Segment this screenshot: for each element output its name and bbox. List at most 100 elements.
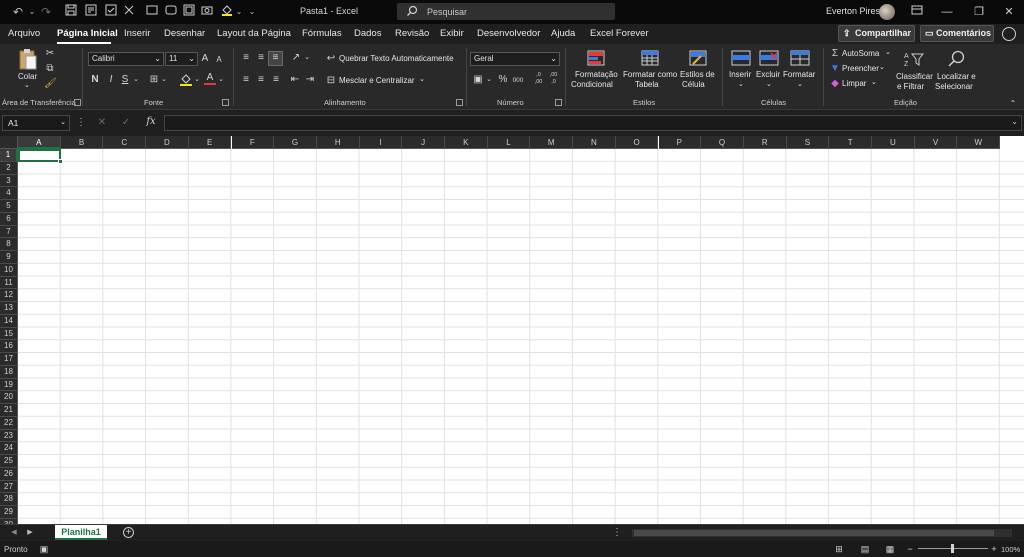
expand-formula-bar-icon[interactable]: ⌄ (1011, 117, 1018, 126)
column-header-c[interactable]: C (103, 136, 147, 149)
scroll-sheets-left-icon[interactable]: ◀ (10, 527, 18, 539)
number-launcher-icon[interactable] (555, 99, 562, 106)
row-header-19[interactable]: 19 (0, 378, 18, 392)
cut-icon[interactable]: ✂ (44, 48, 56, 60)
undo-icon[interactable]: ↶ (10, 4, 26, 20)
clipboard-launcher-icon[interactable] (74, 99, 81, 106)
percent-style-icon[interactable]: % (497, 74, 509, 86)
column-header-f[interactable]: F (231, 136, 275, 149)
tab-layout-da-pagina[interactable]: Layout da Página (217, 28, 291, 39)
row-header-18[interactable]: 18 (0, 365, 18, 379)
column-header-i[interactable]: I (359, 136, 403, 149)
redo-icon[interactable]: ↷ (38, 4, 54, 20)
feedback-smiley-icon[interactable] (1002, 27, 1016, 41)
column-header-n[interactable]: N (573, 136, 616, 149)
user-name[interactable]: Everton Pires (826, 6, 880, 16)
scroll-sheets-right-icon[interactable]: ▶ (26, 527, 34, 539)
column-header-k[interactable]: K (445, 136, 488, 149)
row-header-17[interactable]: 17 (0, 353, 18, 366)
avatar[interactable] (879, 4, 895, 20)
merge-center-button[interactable]: ⊟ Mesclar e Centralizar ⌄ (325, 75, 435, 87)
format-painter-icon[interactable]: 🖌 (44, 78, 57, 90)
column-header-r[interactable]: R (743, 136, 787, 149)
font-color-dropdown-icon[interactable]: ⌄ (217, 74, 225, 86)
zoom-level[interactable]: 100% (1001, 545, 1020, 554)
border-icon[interactable] (145, 4, 159, 20)
zoom-in-icon[interactable]: + (990, 543, 998, 555)
conditional-formatting-button[interactable]: Formatação Condicional (570, 48, 620, 94)
row-header-28[interactable]: 28 (0, 493, 18, 506)
underline-button[interactable]: S (120, 74, 130, 86)
column-header-w[interactable]: W (957, 136, 1001, 149)
data-validation-icon[interactable] (104, 4, 118, 20)
increase-decimal-icon[interactable]: ,0 ,00 (532, 72, 545, 86)
orientation-dropdown-icon[interactable]: ⌄ (303, 52, 311, 64)
find-select-button[interactable]: Localizar e Selecionar (935, 48, 979, 94)
column-header-g[interactable]: G (274, 136, 317, 149)
copy-icon[interactable]: ⧉ (44, 63, 56, 75)
tab-desenhar[interactable]: Desenhar (164, 28, 205, 39)
column-header-v[interactable]: V (914, 136, 958, 149)
fill-color-dropdown-icon[interactable]: ⌄ (193, 74, 201, 86)
select-all-button[interactable] (0, 136, 18, 149)
fill-color-icon[interactable] (180, 73, 192, 90)
row-header-7[interactable]: 7 (0, 225, 18, 239)
sheet-tab-planilha1[interactable]: Planilha1 (55, 525, 107, 540)
minimize-button[interactable]: — (930, 0, 964, 24)
comma-style-icon[interactable]: 000 (511, 75, 525, 87)
cancel-icon[interactable]: ✕ (96, 117, 108, 129)
frame-icon[interactable] (182, 4, 196, 20)
cell-styles-button[interactable]: Estilos de Célula (679, 48, 717, 94)
row-header-1[interactable]: 1 (0, 149, 18, 162)
fill-color-dropdown-icon[interactable]: ⌄ (235, 4, 243, 20)
horizontal-scroll-thumb[interactable] (634, 530, 994, 536)
macro-record-icon[interactable]: ▣ (38, 543, 50, 555)
wrap-text-button[interactable]: ↩ Quebrar Texto Automaticamente (325, 53, 457, 65)
row-header-3[interactable]: 3 (0, 174, 18, 188)
page-layout-view-icon[interactable]: ▤ (859, 543, 871, 555)
decrease-decimal-icon[interactable]: ,00 ,0 (547, 72, 560, 86)
tab-arquivo[interactable]: Arquivo (8, 28, 40, 39)
font-size-select[interactable]: 11 ⌄ (165, 52, 198, 66)
row-header-25[interactable]: 25 (0, 455, 18, 468)
zoom-slider-thumb[interactable] (951, 544, 954, 553)
align-left-icon[interactable]: ≡ (240, 74, 252, 86)
normal-view-icon[interactable]: ⊞ (833, 543, 845, 555)
zoom-out-icon[interactable]: − (906, 543, 914, 555)
format-cells-button[interactable]: Formatar ⌄ (783, 48, 817, 94)
row-header-11[interactable]: 11 (0, 276, 18, 290)
tab-revisao[interactable]: Revisão (395, 28, 429, 39)
row-header-9[interactable]: 9 (0, 251, 18, 264)
row-header-4[interactable]: 4 (0, 187, 18, 200)
fill-button[interactable]: ▼ Preencher ⌄ (829, 63, 889, 75)
row-header-29[interactable]: 29 (0, 506, 18, 519)
row-header-5[interactable]: 5 (0, 200, 18, 213)
clear-formats-icon[interactable] (122, 4, 136, 20)
column-header-p[interactable]: P (658, 136, 702, 149)
search-box[interactable]: Pesquisar (397, 3, 615, 20)
row-header-10[interactable]: 10 (0, 263, 18, 277)
formula-bar-options-icon[interactable]: ⋮ (76, 117, 86, 129)
rounded-rect-icon[interactable] (164, 4, 178, 20)
number-format-select[interactable]: Geral ⌄ (470, 52, 560, 66)
column-header-a[interactable]: A (18, 136, 61, 149)
row-header-8[interactable]: 8 (0, 238, 18, 251)
paste-button[interactable]: Colar ⌄ (16, 48, 40, 89)
shrink-font-icon[interactable]: A (214, 54, 224, 66)
tab-ajuda[interactable]: Ajuda (551, 28, 575, 39)
enter-icon[interactable]: ✓ (120, 117, 132, 129)
share-button[interactable]: ⇪ Compartilhar (838, 25, 915, 42)
form-icon[interactable] (84, 4, 98, 20)
currency-format-icon[interactable]: ▣ (472, 74, 484, 86)
row-header-14[interactable]: 14 (0, 314, 18, 328)
tab-formulas[interactable]: Fórmulas (302, 28, 342, 39)
column-header-l[interactable]: L (487, 136, 531, 149)
borders-icon[interactable]: ⊞ (148, 74, 160, 86)
fill-handle[interactable] (58, 159, 63, 164)
borders-dropdown-icon[interactable]: ⌄ (160, 74, 168, 86)
align-bottom-icon[interactable]: ≡ (268, 51, 283, 66)
font-name-select[interactable]: Calibri ⌄ (88, 52, 164, 66)
column-header-o[interactable]: O (615, 136, 659, 149)
row-header-16[interactable]: 16 (0, 340, 18, 353)
column-header-q[interactable]: Q (701, 136, 744, 149)
